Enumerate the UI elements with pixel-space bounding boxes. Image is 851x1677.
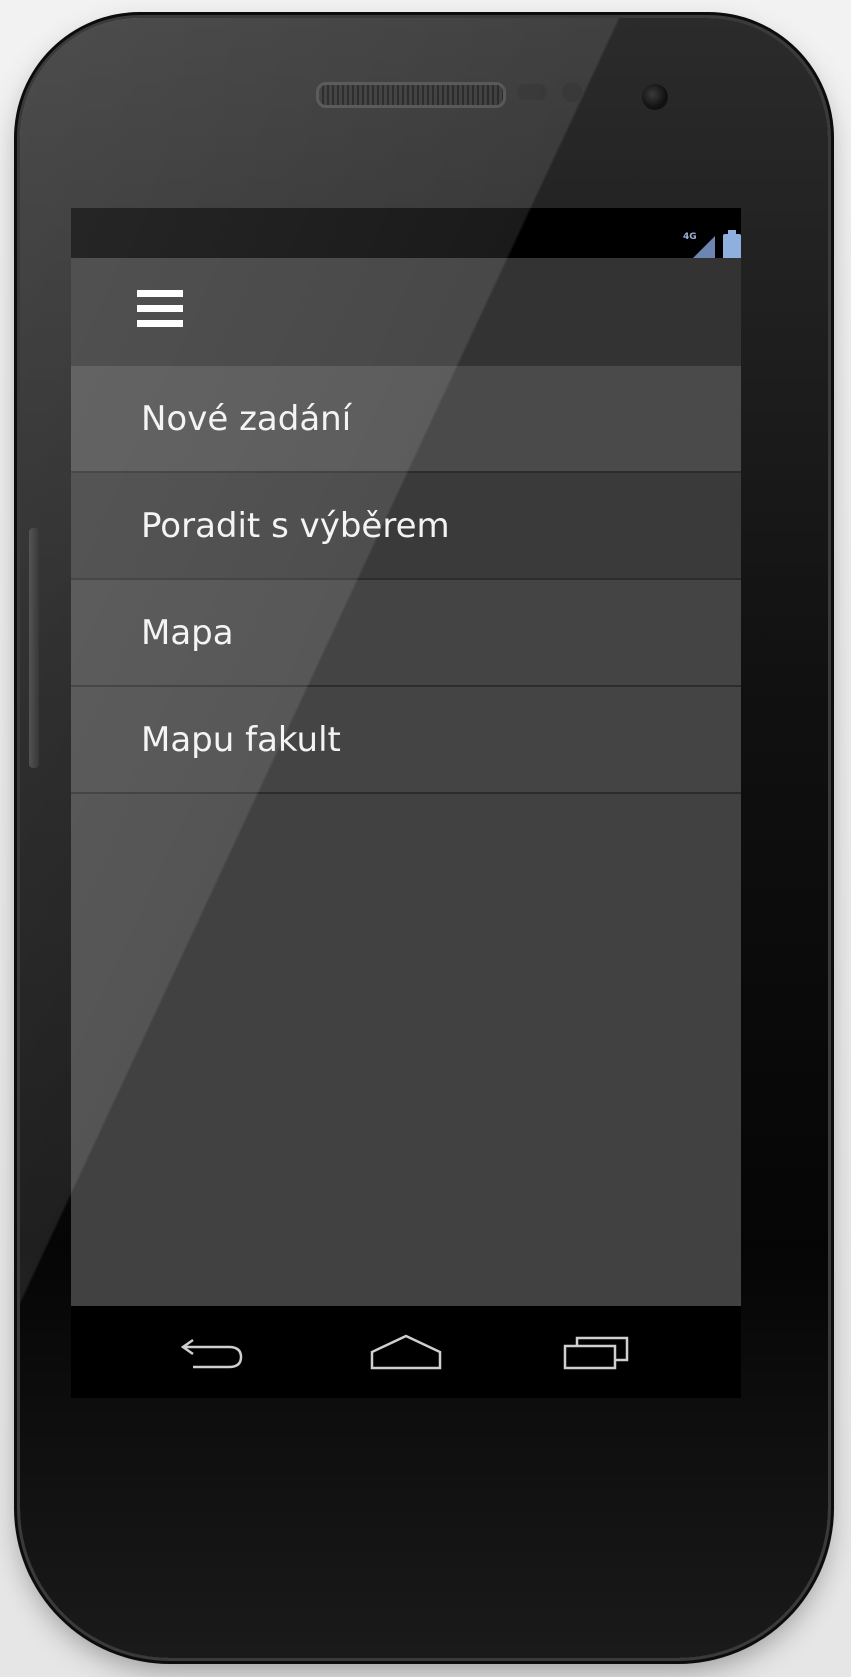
earpiece-speaker	[316, 82, 506, 108]
menu-item-mapa[interactable]: Mapa	[71, 580, 741, 687]
status-bar: 4G	[71, 208, 741, 260]
menu-icon-line	[137, 305, 183, 312]
battery-icon	[723, 230, 741, 260]
volume-button	[29, 528, 39, 768]
menu-item-nove-zadani[interactable]: Nové zadání	[71, 366, 741, 473]
proximity-sensor	[517, 84, 547, 100]
menu-item-label: Poradit s výběrem	[141, 505, 450, 546]
home-icon	[370, 1334, 442, 1370]
menu-icon-line	[137, 320, 183, 327]
recent-apps-icon	[563, 1336, 629, 1370]
phone-frame: 4G Nové zadání Poradit s výběrem Mapa Ma…	[20, 18, 828, 1658]
app-bar	[71, 258, 741, 366]
scene-background: 4G Nové zadání Poradit s výběrem Mapa Ma…	[0, 0, 851, 1677]
menu-item-poradit-s-vyberem[interactable]: Poradit s výběrem	[71, 473, 741, 580]
menu-icon-line	[137, 290, 183, 297]
device-screen: 4G Nové zadání Poradit s výběrem Mapa Ma…	[71, 208, 741, 1398]
menu-item-label: Mapu fakult	[141, 719, 341, 760]
menu-list: Nové zadání Poradit s výběrem Mapa Mapu …	[71, 366, 741, 1306]
menu-item-mapu-fakult[interactable]: Mapu fakult	[71, 687, 741, 794]
signal-bars-icon: 4G	[683, 232, 715, 260]
recent-apps-button[interactable]	[557, 1330, 637, 1374]
menu-item-label: Mapa	[141, 612, 234, 653]
back-button[interactable]	[175, 1330, 255, 1374]
light-sensor	[562, 82, 582, 102]
front-camera	[642, 84, 668, 110]
status-icons: 4G	[683, 230, 741, 260]
hamburger-menu-icon[interactable]	[137, 290, 185, 332]
back-icon	[180, 1338, 243, 1369]
navigation-bar	[71, 1306, 741, 1398]
signal-bars-shape	[691, 236, 715, 260]
home-button[interactable]	[366, 1330, 446, 1374]
menu-item-label: Nové zadání	[141, 398, 352, 439]
